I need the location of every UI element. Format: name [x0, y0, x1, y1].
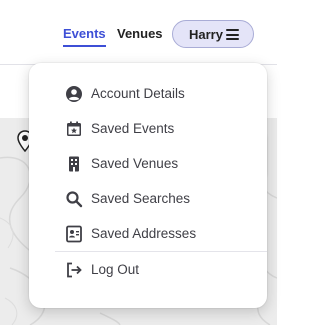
menu-divider — [55, 251, 267, 252]
nav-events-link[interactable]: Events — [63, 26, 106, 47]
nav-events-label: Events — [63, 26, 106, 41]
user-menu-button[interactable]: Harry — [172, 20, 254, 48]
menu-item-label: Saved Searches — [91, 191, 191, 206]
building-icon — [69, 156, 79, 172]
logout-arrow-icon — [67, 262, 82, 278]
menu-item-log-out[interactable]: Log Out — [29, 253, 267, 288]
menu-item-label: Account Details — [91, 86, 185, 101]
user-name: Harry — [189, 26, 223, 42]
hamburger-menu-icon — [226, 29, 239, 40]
menu-item-label: Saved Addresses — [91, 226, 197, 241]
menu-item-saved-addresses[interactable]: Saved Addresses — [29, 217, 267, 252]
menu-item-saved-venues[interactable]: Saved Venues — [29, 147, 267, 182]
search-icon — [66, 191, 83, 208]
account-circle-icon — [66, 86, 82, 102]
active-tab-underline — [63, 45, 106, 47]
menu-item-saved-searches[interactable]: Saved Searches — [29, 182, 267, 217]
menu-item-account-details[interactable]: Account Details — [29, 77, 267, 112]
nav-venues-label: Venues — [117, 26, 163, 41]
menu-item-saved-events[interactable]: Saved Events — [29, 112, 267, 147]
calendar-star-icon — [67, 121, 81, 136]
menu-item-label: Saved Events — [91, 121, 175, 136]
address-card-icon — [66, 225, 82, 243]
menu-item-label: Saved Venues — [91, 156, 179, 171]
nav-venues-link[interactable]: Venues — [117, 26, 163, 41]
menu-item-label: Log Out — [91, 262, 140, 277]
user-dropdown-menu: Account Details Saved Events Saved Venue… — [29, 63, 267, 308]
top-nav: Events Venues Harry — [0, 0, 277, 64]
